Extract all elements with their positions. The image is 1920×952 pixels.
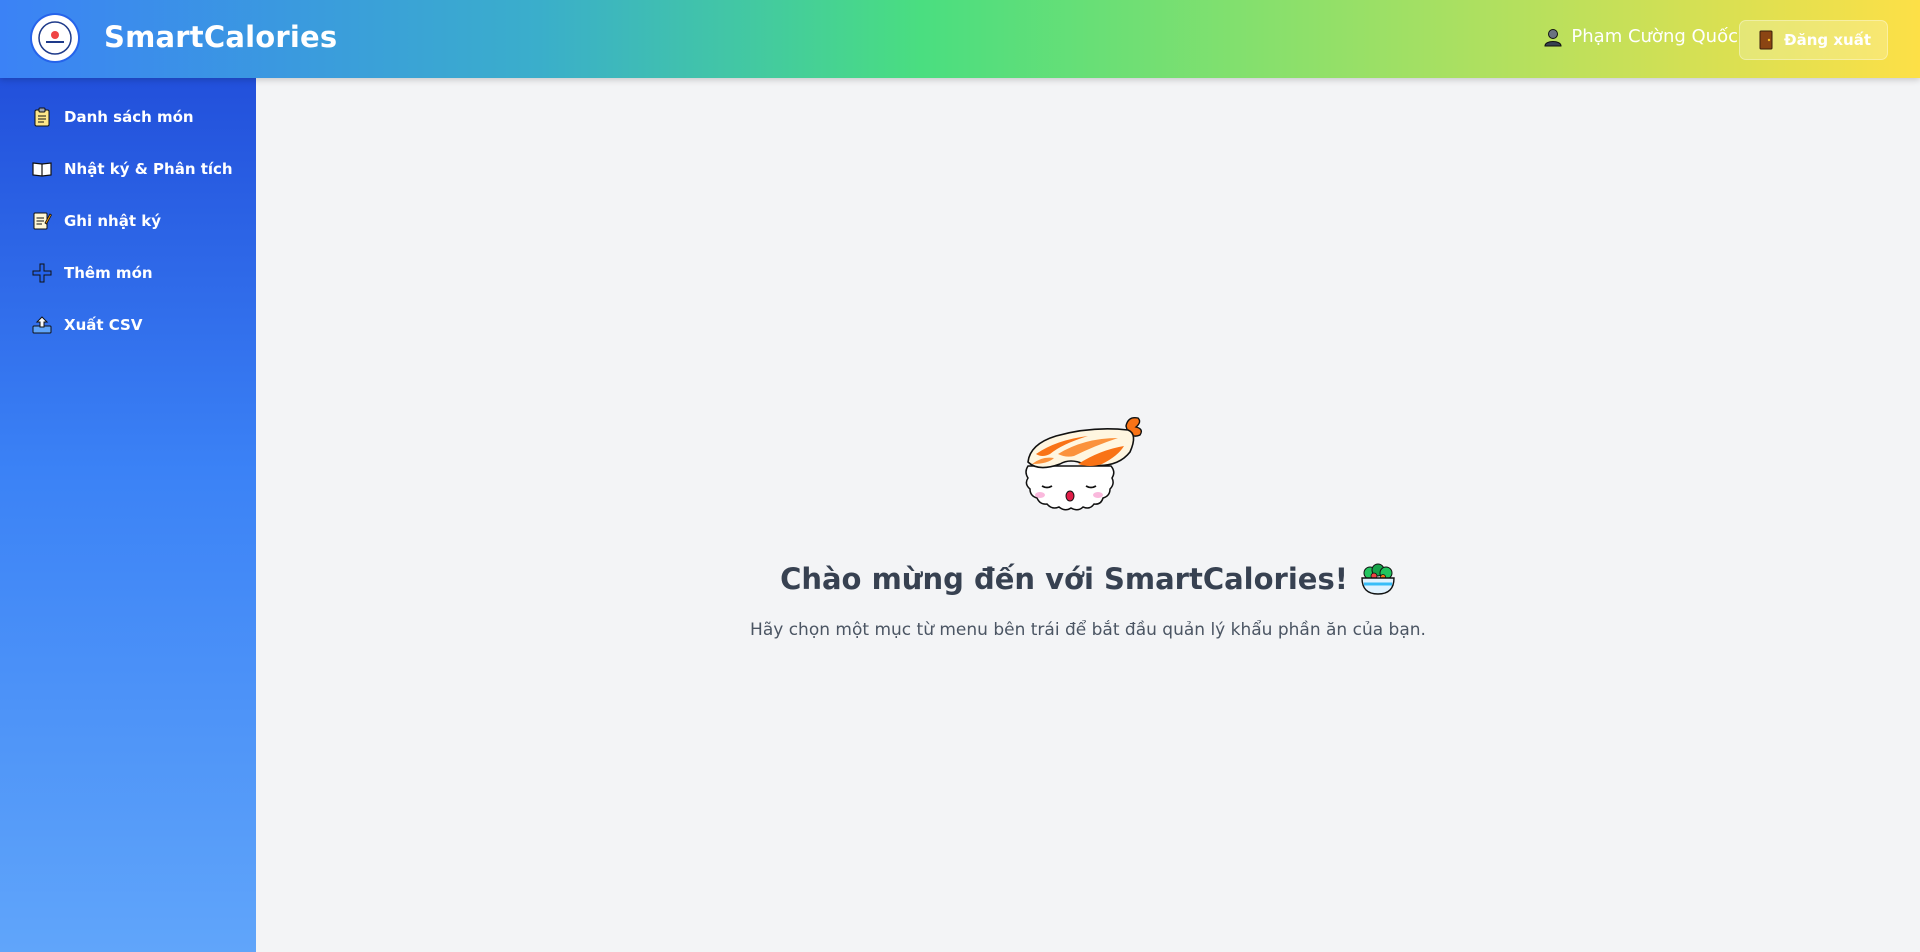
user-name: Phạm Cường Quốc (1571, 26, 1738, 47)
brand-title: SmartCalories (104, 20, 338, 54)
sidebar-item-nhat-ky-phan-tich[interactable]: Nhật ký & Phân tích (32, 159, 233, 179)
sidebar-item-label: Danh sách món (64, 108, 194, 126)
salad-bowl-icon (1360, 562, 1396, 596)
logout-label: Đăng xuất (1784, 31, 1871, 49)
sidebar-item-label: Thêm món (64, 264, 153, 282)
upload-tray-icon (32, 315, 52, 335)
top-header: SmartCalories Phạm Cường Quốc Đăng xuất (0, 0, 1920, 78)
sidebar-item-label: Ghi nhật ký (64, 212, 161, 230)
sidebar-item-ghi-nhat-ky[interactable]: Ghi nhật ký (32, 211, 161, 231)
main-content: Chào mừng đến với SmartCalories! Hãy chọ… (256, 78, 1920, 952)
book-icon (32, 159, 52, 179)
smartcalories-logo[interactable] (32, 15, 78, 61)
sidebar: Danh sách món Nhật ký & Phân tích Ghi nh… (0, 78, 256, 952)
sidebar-item-label: Nhật ký & Phân tích (64, 160, 233, 178)
plus-icon (32, 263, 52, 283)
sidebar-item-danh-sach-mon[interactable]: Danh sách món (32, 107, 194, 127)
door-icon (1756, 30, 1776, 50)
clipboard-icon (32, 107, 52, 127)
sushi-mascot-icon (1014, 396, 1154, 526)
user-info: Phạm Cường Quốc (1543, 26, 1738, 47)
sidebar-item-xuat-csv[interactable]: Xuất CSV (32, 315, 142, 335)
user-icon (1543, 27, 1563, 47)
welcome-title: Chào mừng đến với SmartCalories! (256, 562, 1920, 596)
welcome-subtitle: Hãy chọn một mục từ menu bên trái để bắt… (750, 620, 1426, 640)
logout-button[interactable]: Đăng xuất (1739, 20, 1888, 60)
memo-icon (32, 211, 52, 231)
sidebar-item-label: Xuất CSV (64, 316, 143, 334)
welcome-title-text: Chào mừng đến với SmartCalories! (780, 562, 1348, 596)
sidebar-item-them-mon[interactable]: Thêm món (32, 263, 153, 283)
